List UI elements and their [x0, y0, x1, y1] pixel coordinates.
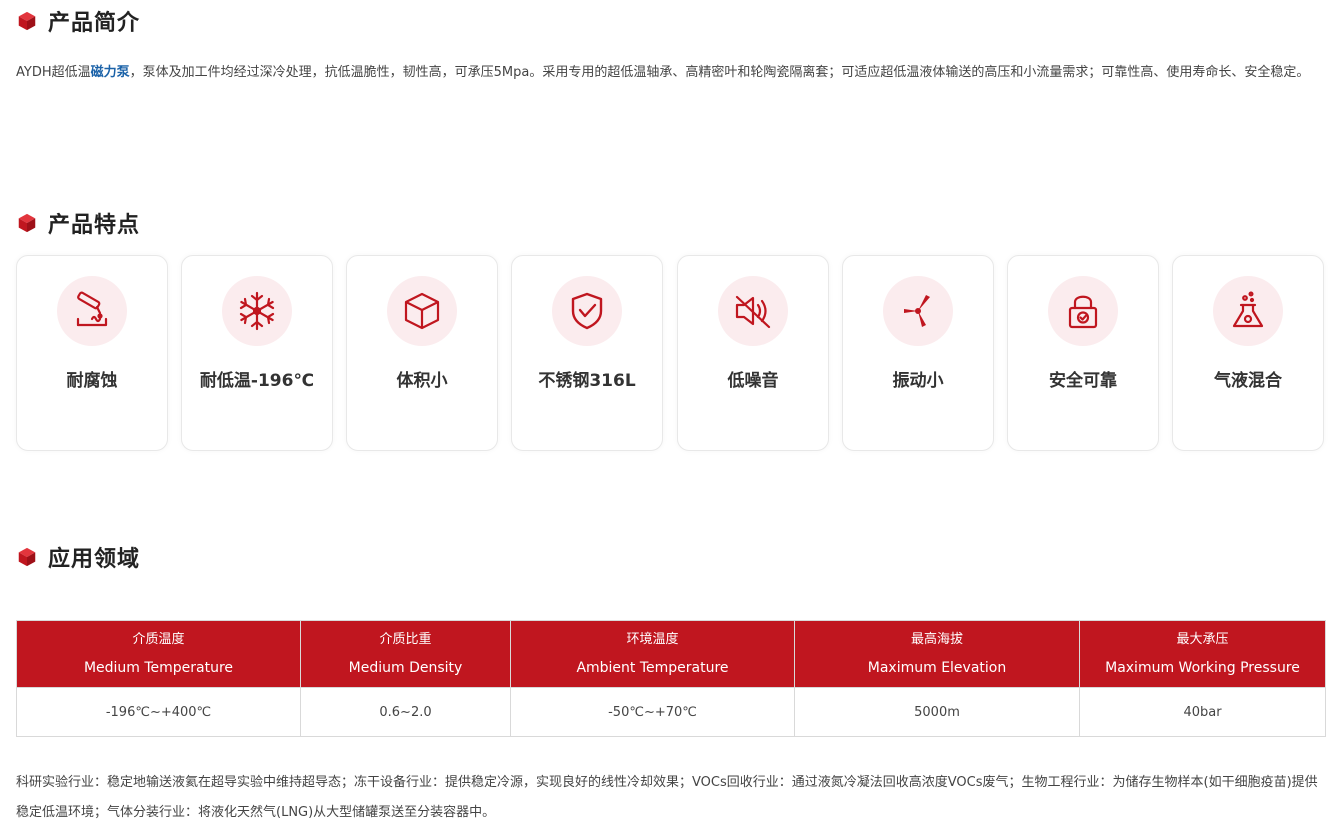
corrosion-icon	[57, 276, 127, 346]
table-cell: 40bar	[1079, 687, 1326, 737]
feature-label: 低噪音	[727, 371, 779, 391]
spec-table: 介质温度 Medium Temperature 介质比重 Medium Dens…	[16, 620, 1326, 737]
feature-card-small-size: 体积小	[346, 255, 498, 451]
speaker-mute-icon	[718, 276, 788, 346]
applications-title: 应用领域	[48, 547, 141, 572]
table-cell: -50℃~+70℃	[510, 687, 795, 737]
table-cell: 0.6~2.0	[300, 687, 511, 737]
table-row: -196℃~+400℃ 0.6~2.0 -50℃~+70℃ 5000m 40ba…	[16, 687, 1326, 737]
header-cn: 介质比重	[379, 632, 432, 647]
header-cn: 介质温度	[132, 632, 185, 647]
header-en: Maximum Elevation	[867, 660, 1007, 676]
product-page: 产品简介 AYDH超低温磁力泵，泵体及加工件均经过深冷处理，抗低温脆性，韧性高，…	[0, 0, 1330, 833]
header-en: Maximum Working Pressure	[1105, 660, 1300, 676]
feature-label: 安全可靠	[1049, 371, 1117, 391]
magnetic-pump-link[interactable]: 磁力泵	[91, 65, 130, 80]
feature-card-gas-liquid: 气液混合	[1172, 255, 1324, 451]
header-cn: 最大承压	[1176, 632, 1229, 647]
header-en: Medium Density	[348, 660, 463, 676]
feature-card-corrosion: 耐腐蚀	[16, 255, 168, 451]
cube-box-icon	[387, 276, 457, 346]
cube-bullet-icon	[18, 11, 36, 31]
header-en: Ambient Temperature	[576, 660, 729, 676]
table-cell: 5000m	[794, 687, 1080, 737]
header-en: Medium Temperature	[83, 660, 234, 676]
header-ambient-temperature: 环境温度 Ambient Temperature	[510, 620, 795, 688]
intro-paragraph: AYDH超低温磁力泵，泵体及加工件均经过深冷处理，抗低温脆性，韧性高，可承压5M…	[16, 58, 1316, 88]
intro-title: 产品简介	[48, 11, 141, 36]
snowflake-icon	[222, 276, 292, 346]
feature-label: 体积小	[396, 371, 448, 391]
feature-cards: 耐腐蚀 耐低温-196℃ 体积小 不锈钢316L 低噪音 振动小 安全可靠 气液…	[16, 255, 1326, 451]
applications-paragraph: 科研实验行业：稳定地输送液氦在超导实验中维持超导态；冻干设备行业：提供稳定冷源，…	[16, 775, 1318, 820]
feature-card-safe: 安全可靠	[1007, 255, 1159, 451]
intro-section-header: 产品简介	[16, 5, 140, 37]
padlock-icon	[1048, 276, 1118, 346]
feature-card-stainless: 不锈钢316L	[511, 255, 663, 451]
flask-icon	[1213, 276, 1283, 346]
intro-text-after: ，泵体及加工件均经过深冷处理，抗低温脆性，韧性高，可承压5Mpa。采用专用的超低…	[129, 65, 1310, 80]
features-section-header: 产品特点	[16, 207, 140, 239]
spec-header-row: 介质温度 Medium Temperature 介质比重 Medium Dens…	[16, 620, 1326, 688]
shield-check-icon	[552, 276, 622, 346]
header-cn: 环境温度	[626, 632, 679, 647]
feature-label: 耐低温-196℃	[199, 371, 315, 391]
cube-bullet-icon	[18, 213, 36, 233]
header-maximum-elevation: 最高海拔 Maximum Elevation	[794, 620, 1080, 688]
propeller-icon	[883, 276, 953, 346]
header-medium-temperature: 介质温度 Medium Temperature	[16, 620, 301, 688]
table-cell: -196℃~+400℃	[16, 687, 301, 737]
intro-text-before: AYDH超低温	[16, 65, 91, 80]
feature-card-low-vibration: 振动小	[842, 255, 994, 451]
feature-label: 气液混合	[1214, 371, 1282, 391]
header-maximum-pressure: 最大承压 Maximum Working Pressure	[1079, 620, 1326, 688]
applications-section-header: 应用领域	[16, 541, 140, 573]
header-medium-density: 介质比重 Medium Density	[300, 620, 511, 688]
feature-label: 耐腐蚀	[66, 371, 118, 391]
header-cn: 最高海拔	[910, 632, 963, 647]
feature-label: 不锈钢316L	[538, 371, 636, 391]
feature-card-low-noise: 低噪音	[677, 255, 829, 451]
feature-label: 振动小	[892, 371, 944, 391]
feature-card-low-temp: 耐低温-196℃	[181, 255, 333, 451]
features-title: 产品特点	[48, 213, 141, 238]
cube-bullet-icon	[18, 547, 36, 567]
